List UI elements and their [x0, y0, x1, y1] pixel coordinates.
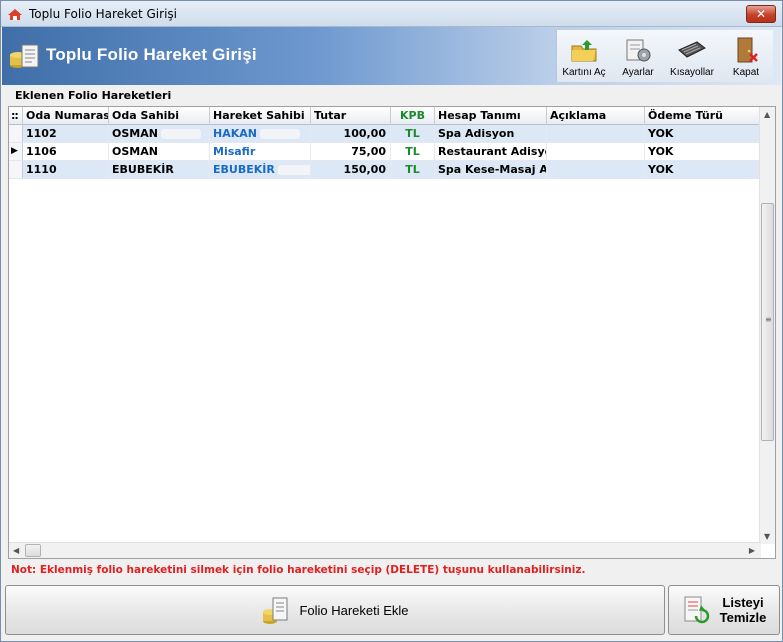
- exit-button[interactable]: Kapat: [719, 30, 773, 82]
- clear-list-label-line2: Temizle: [719, 610, 767, 625]
- clear-list-button[interactable]: Listeyi Temizle: [668, 585, 780, 635]
- cell-kpb: TL: [391, 125, 435, 142]
- shortcuts-label: Kısayollar: [670, 67, 714, 78]
- add-folio-movement-label: Folio Hareketi Ekle: [299, 602, 409, 618]
- col-hesap-tanimi[interactable]: Hesap Tanımı: [435, 107, 547, 125]
- cell-hesap: Spa Kese-Masaj Ad: [435, 161, 547, 178]
- keyboard-icon: [678, 41, 706, 58]
- cell-aciklama: [547, 143, 645, 160]
- col-hareket-sahibi[interactable]: Hareket Sahibi: [210, 107, 311, 125]
- folio-add-icon: [263, 597, 288, 624]
- header-title: Toplu Folio Hareket Girişi: [46, 45, 257, 64]
- open-card-label: Kartını Aç: [562, 67, 606, 78]
- shortcuts-button[interactable]: Kısayollar: [665, 30, 719, 82]
- cell-oda-no: 1106: [23, 143, 109, 160]
- cell-odeme: YOK: [645, 143, 761, 160]
- cell-kpb: TL: [391, 143, 435, 160]
- cell-odeme: YOK: [645, 125, 761, 142]
- scroll-right-icon[interactable]: ▶: [749, 546, 755, 555]
- table-row[interactable]: 1110 EBUBEKİR EBUBEKİR 150,00 TL Spa Kes…: [9, 161, 761, 179]
- scroll-up-icon[interactable]: ▲: [764, 110, 770, 119]
- cell-kpb: TL: [391, 161, 435, 178]
- exit-door-icon: [737, 37, 758, 63]
- scroll-down-icon[interactable]: ▼: [764, 532, 770, 541]
- grid-header: :: Oda Numarası Oda Sahibi Hareket Sahib…: [9, 107, 761, 125]
- settings-label: Ayarlar: [622, 67, 654, 78]
- title-bar[interactable]: Toplu Folio Hareket Girişi ✕: [1, 1, 782, 27]
- close-icon: ✕: [755, 6, 767, 21]
- col-kpb[interactable]: KPB: [391, 107, 435, 125]
- clear-list-label: Listeyi Temizle: [720, 595, 767, 625]
- cell-tutar: 75,00: [311, 143, 391, 160]
- delete-hint-note: Not: Eklenmiş folio hareketini silmek iç…: [11, 564, 586, 576]
- cell-oda-no: 1102: [23, 125, 109, 142]
- cell-hareket-sahibi: EBUBEKİR: [210, 161, 311, 178]
- redacted-block: [160, 129, 201, 139]
- folio-stack-icon: [10, 44, 39, 68]
- app-icon: [8, 8, 22, 20]
- cell-oda-no: 1110: [23, 161, 109, 178]
- clear-list-label-line1: Listeyi: [722, 595, 764, 610]
- row-indicator: [9, 161, 23, 178]
- cell-aciklama: [547, 125, 645, 142]
- clear-list-icon: [684, 596, 709, 624]
- open-card-button[interactable]: Kartını Aç: [557, 30, 611, 82]
- table-row[interactable]: 1102 OSMAN HAKAN 100,00 TL Spa Adisyon Y…: [9, 125, 761, 143]
- cell-hareket-sahibi-text: HAKAN: [213, 127, 257, 140]
- cell-odeme: YOK: [645, 161, 761, 178]
- row-indicator-header: ::: [9, 107, 23, 125]
- col-tutar[interactable]: Tutar: [311, 107, 391, 125]
- section-label: Eklenen Folio Hareketleri: [15, 89, 172, 102]
- folio-grid[interactable]: :: Oda Numarası Oda Sahibi Hareket Sahib…: [8, 106, 776, 559]
- cell-hareket-sahibi: Misafir: [210, 143, 311, 160]
- exit-label: Kapat: [732, 67, 760, 78]
- table-row[interactable]: ▶ 1106 OSMAN Misafir 75,00 TL Restaurant…: [9, 143, 761, 161]
- redacted-block: [277, 165, 310, 175]
- cell-oda-sahibi: EBUBEKİR: [109, 161, 210, 178]
- cell-oda-sahibi: OSMAN: [109, 143, 210, 160]
- cell-hesap: Spa Adisyon: [435, 125, 547, 142]
- col-oda-numarasi[interactable]: Oda Numarası: [23, 107, 109, 125]
- folio-window: Toplu Folio Hareket Girişi ✕ Toplu Folio…: [0, 0, 783, 642]
- row-indicator: [9, 125, 23, 142]
- cell-tutar: 150,00: [311, 161, 391, 178]
- cell-hesap: Restaurant Adisyon: [435, 143, 547, 160]
- grip-icon: ≡: [765, 315, 772, 324]
- vertical-scrollbar[interactable]: ▲ ≡ ▼: [759, 107, 775, 544]
- horizontal-scrollbar[interactable]: ◀ ▶: [9, 542, 761, 558]
- settings-button[interactable]: Ayarlar: [611, 30, 665, 82]
- add-folio-movement-button[interactable]: Folio Hareketi Ekle: [5, 585, 665, 635]
- col-oda-sahibi[interactable]: Oda Sahibi: [109, 107, 210, 125]
- scroll-left-icon[interactable]: ◀: [13, 546, 19, 555]
- open-card-icon: [571, 40, 597, 62]
- settings-icon: [626, 39, 651, 62]
- close-button[interactable]: ✕: [746, 4, 776, 23]
- header-banner: Toplu Folio Hareket Girişi Kartını Aç Ay…: [2, 27, 781, 85]
- redacted-block: [259, 129, 300, 139]
- horizontal-scroll-thumb[interactable]: [25, 544, 41, 557]
- cell-hareket-sahibi: HAKAN: [210, 125, 311, 142]
- cell-hareket-sahibi-text: EBUBEKİR: [213, 163, 275, 176]
- current-row-indicator: ▶: [9, 143, 23, 160]
- cell-tutar: 100,00: [311, 125, 391, 142]
- col-odeme-turu[interactable]: Ödeme Türü: [645, 107, 761, 125]
- col-aciklama[interactable]: Açıklama: [547, 107, 645, 125]
- window-title: Toplu Folio Hareket Girişi: [29, 6, 177, 21]
- cell-aciklama: [547, 161, 645, 178]
- vertical-scroll-thumb[interactable]: ≡: [761, 203, 774, 441]
- cell-oda-sahibi-text: OSMAN: [112, 145, 158, 158]
- toolbar: Kartını Aç Ayarlar Kısayollar Kapat: [556, 30, 773, 82]
- cell-oda-sahibi: OSMAN: [109, 125, 210, 142]
- cell-oda-sahibi-text: OSMAN: [112, 127, 158, 140]
